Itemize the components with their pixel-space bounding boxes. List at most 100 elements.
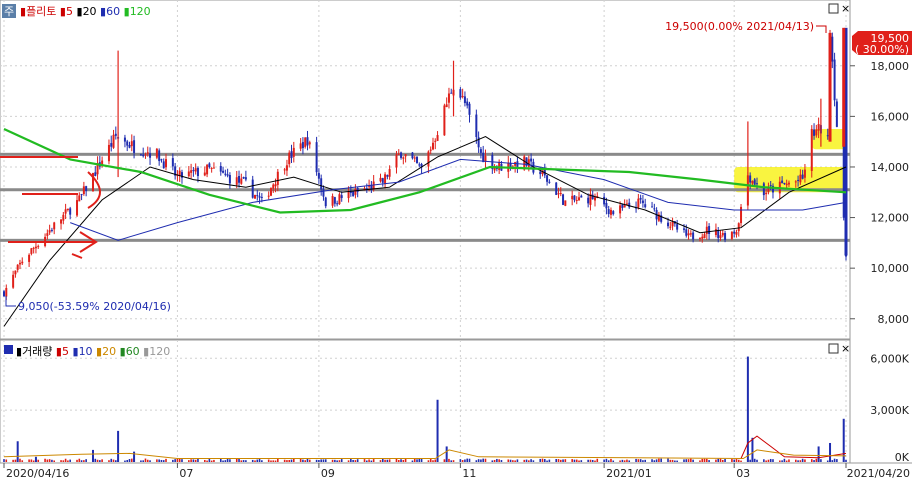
volume-bar (384, 459, 386, 462)
volume-bar (53, 460, 56, 462)
volume-bar (482, 458, 484, 462)
volume-bar (354, 460, 357, 462)
x-tick-label: 09 (321, 467, 335, 480)
candle-body (740, 206, 743, 224)
candle-body (395, 154, 398, 168)
candle-body (539, 171, 542, 175)
candle-body (619, 205, 622, 214)
legend-label-3[interactable]: 20 (102, 345, 116, 358)
volume-bar (820, 459, 822, 462)
volume-bar (669, 459, 672, 462)
candle-body (842, 27, 846, 147)
candle-body (240, 178, 243, 184)
candle-body (32, 247, 35, 249)
volume-bar (459, 459, 462, 462)
candle-body (254, 195, 257, 199)
candle-body (450, 92, 453, 94)
legend-label-0[interactable]: 거래량 (22, 345, 52, 358)
legend-marker-2: ▮ (69, 345, 79, 358)
volume-bar (546, 460, 548, 462)
volume-bar (651, 459, 653, 462)
candle-body (769, 185, 772, 187)
volume-bar (731, 458, 733, 462)
legend-marker-3: ▮ (97, 5, 107, 18)
candle-body (562, 194, 565, 205)
volume-bar (197, 458, 199, 462)
volume-bar (571, 459, 573, 462)
candle-body (30, 248, 33, 254)
candle-body (475, 114, 478, 138)
volume-bar (719, 458, 722, 462)
volume-spike (829, 442, 832, 462)
legend-label-2[interactable]: 20 (83, 5, 97, 18)
candle-body (781, 180, 784, 184)
candle-body (463, 96, 466, 104)
volume-bar (539, 458, 542, 462)
volume-bar (206, 460, 208, 462)
legend-marker-3: ▮ (93, 345, 103, 358)
legend-label-4[interactable]: 120 (130, 5, 151, 18)
candle-body (411, 152, 414, 159)
volume-spike (436, 399, 439, 462)
legend-label-3[interactable]: 60 (106, 5, 120, 18)
close-icon[interactable]: × (841, 2, 850, 15)
volume-maximize-button[interactable] (828, 343, 839, 354)
volume-bar (418, 459, 421, 462)
candle-body (292, 147, 295, 157)
volume-close-icon[interactable]: × (841, 342, 850, 355)
candle-body (224, 173, 227, 175)
volume-bar (514, 460, 516, 462)
candle-body (306, 137, 309, 146)
candle-body (76, 200, 79, 216)
volume-bar (160, 459, 163, 462)
volume-bar (108, 460, 110, 462)
volume-bar (466, 458, 469, 462)
candle-body (352, 191, 355, 197)
volume-bar (174, 459, 176, 462)
volume-bar (324, 459, 327, 462)
volume-bar (468, 458, 471, 462)
x-tick-label: 2021/01 (606, 467, 652, 480)
maximize-button[interactable] (828, 3, 839, 14)
legend-marker-5: ▮ (140, 345, 150, 358)
volume-bar (493, 459, 496, 462)
candle-body (667, 222, 670, 227)
volume-bar (779, 460, 781, 462)
candle-body (244, 177, 247, 180)
volume-bar (69, 459, 71, 462)
candle-body (206, 164, 209, 175)
candle-body (555, 182, 558, 195)
candle-body (126, 141, 129, 146)
volume-bar (845, 459, 847, 462)
volume-bar (318, 460, 320, 462)
volume-bar (687, 459, 690, 462)
volume-bar (491, 460, 494, 462)
legend-label-0[interactable]: 플리토 (26, 5, 56, 18)
legend-label-4[interactable]: 60 (126, 345, 140, 358)
volume-bar (372, 459, 375, 462)
volume-bar (429, 458, 432, 462)
candle-body (785, 183, 788, 186)
legend-label-5[interactable]: 120 (149, 345, 170, 358)
candle-body (114, 133, 117, 136)
candle-body (354, 188, 357, 195)
legend-label-1[interactable]: 5 (66, 5, 73, 18)
chart-canvas: 2020/04/16 07 09 11 2021/01 03 2021/04/20 8,000… (0, 0, 912, 480)
legend-label-2[interactable]: 10 (79, 345, 93, 358)
volume-bar (427, 460, 430, 462)
volume-bar (331, 459, 334, 462)
candle-body (288, 152, 291, 165)
volume-bar (219, 459, 222, 462)
volume-bar (146, 459, 149, 462)
candle-body (260, 196, 263, 198)
volume-bar (443, 459, 446, 462)
legend-label-1[interactable]: 5 (62, 345, 69, 358)
volume-bar (628, 460, 631, 462)
volume-bar (715, 459, 717, 462)
candle-body (468, 103, 471, 115)
volume-bar (224, 460, 227, 462)
candle-body (238, 176, 241, 183)
volume-bar (541, 458, 544, 462)
candle-body (388, 169, 391, 177)
candle-body (190, 170, 193, 173)
